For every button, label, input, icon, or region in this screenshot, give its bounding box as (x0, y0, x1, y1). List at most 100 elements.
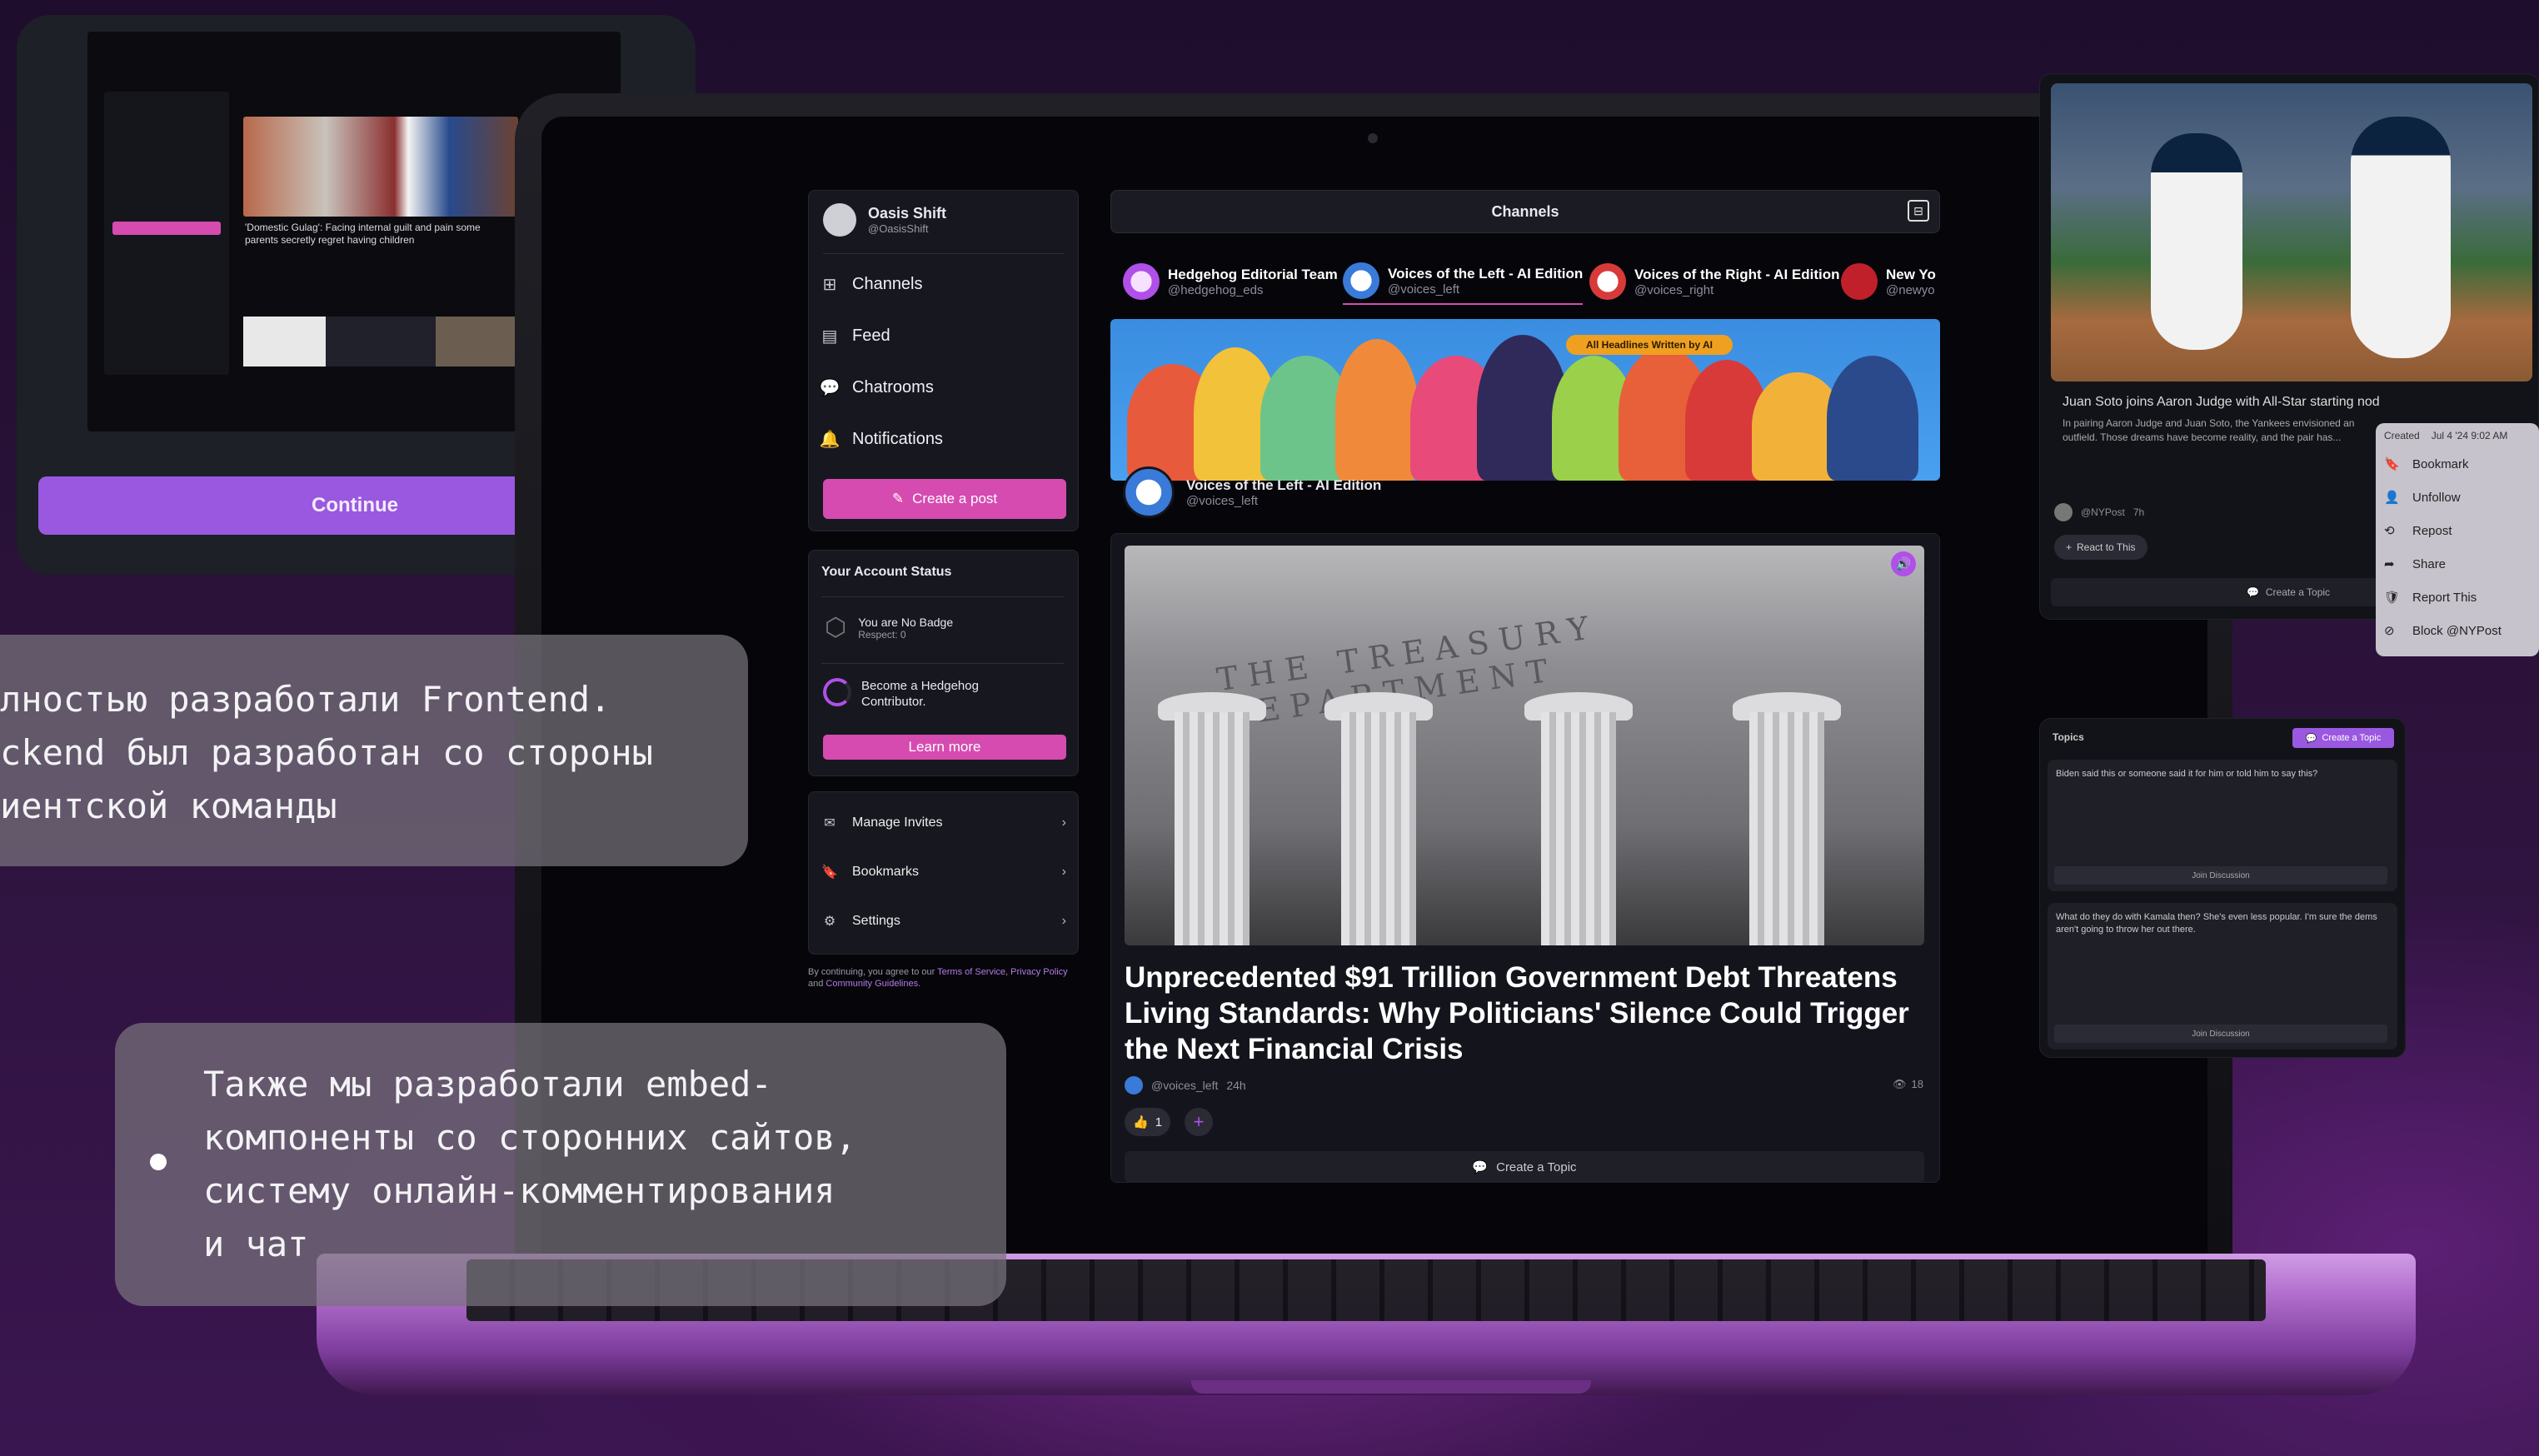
embed-caption-text: Также мы разработали embed- компоненты с… (203, 1064, 856, 1264)
sidebar-item-label: Feed (852, 326, 890, 345)
right-card-caption[interactable]: Juan Soto joins Aaron Judge with All-Sta… (2063, 395, 2529, 410)
menu-item-repost[interactable]: ⟲ Repost (2384, 523, 2452, 539)
bookmarks-link[interactable]: 🔖 Bookmarks › (821, 854, 1066, 890)
create-topic-label: Create a Topic (1496, 1159, 1577, 1174)
progress-ring-icon (823, 678, 851, 706)
layout-toggle-icon[interactable]: ⊟ (1908, 200, 1929, 222)
topic-icon: 💬 (2305, 733, 2317, 744)
badge-title: You are No Badge (858, 615, 954, 629)
channel-name: Hedgehog Editorial Team (1168, 266, 1338, 282)
block-icon: ⊘ (2384, 624, 2395, 638)
join-discussion-button[interactable]: Join Discussion (2054, 1025, 2387, 1043)
menu-item-label: Unfollow (2412, 490, 2461, 505)
right-card-age: 7h (2132, 506, 2145, 518)
preview-pink-button (112, 222, 221, 235)
tos-link[interactable]: Terms of Service (937, 967, 1005, 977)
bookmark-icon: 🔖 (821, 865, 838, 880)
author-avatar (1125, 1076, 1143, 1094)
user-handle: @OasisShift (868, 222, 929, 235)
account-status-title: Your Account Status (821, 565, 952, 579)
gear-icon: ⚙ (823, 915, 836, 929)
laptop-notch (1191, 1380, 1591, 1394)
preview-thumbs (243, 317, 518, 366)
backend-caption-text: лностью разработали Frontend. ckend был … (0, 679, 653, 826)
bookmark-icon: 🔖 (2384, 457, 2400, 471)
create-post-label: Create a post (912, 491, 998, 506)
bookmarks-label: Bookmarks (852, 865, 920, 879)
react-button[interactable]: + React to This (2054, 535, 2147, 560)
sidebar-item-notifications[interactable]: 🔔 Notifications (819, 421, 1066, 456)
chevron-right-icon: › (1061, 815, 1066, 830)
channels-title: Channels (1491, 202, 1559, 220)
selected-channel-handle: @voices_left (1186, 493, 1259, 508)
menu-item-share[interactable]: ➦ Share (2384, 556, 2446, 572)
sidebar-item-label: Chatrooms (852, 377, 934, 396)
channel-avatar (1841, 263, 1878, 300)
right-card-meta: @NYPost 7h (2054, 503, 2144, 521)
channel-handle: @newyo (1886, 282, 1935, 297)
baseball-image[interactable] (2051, 83, 2532, 381)
unfollow-icon: 👤 (2384, 491, 2400, 505)
user-name: Oasis Shift (868, 205, 947, 222)
menu-item-label: Repost (2412, 523, 2452, 538)
selected-channel[interactable]: Voices of the Left - AI Edition @voices_l… (1123, 466, 1381, 518)
sound-icon[interactable]: 🔊 (1891, 551, 1916, 576)
topic-text: What do they do with Kamala then? She's … (2056, 912, 2377, 935)
chevron-right-icon: › (1061, 865, 1066, 879)
privacy-link[interactable]: Privacy Policy (1010, 967, 1067, 977)
topic-icon: 💬 (1472, 1160, 1489, 1174)
post-author[interactable]: @voices_left (1151, 1079, 1218, 1092)
preview-headline: 'Domestic Gulag': Facing internal guilt … (245, 222, 481, 246)
add-reaction-button[interactable]: + (1185, 1108, 1213, 1136)
react-label: React to This (2077, 541, 2136, 553)
menu-item-bookmark[interactable]: 🔖 Bookmark (2384, 456, 2469, 472)
menu-item-unfollow[interactable]: 👤 Unfollow (2384, 490, 2461, 506)
menu-item-block-nypost[interactable]: ⊘ Block @NYPost (2384, 623, 2502, 639)
shield-icon: 🛡 (2384, 591, 2401, 605)
guidelines-link[interactable]: Community Guidelines. (826, 979, 920, 989)
topic-icon: 💬 (2246, 586, 2259, 598)
channel-handle: @voices_right (1634, 282, 1714, 297)
sidebar-item-channels[interactable]: ⊞ Channels (821, 267, 1066, 302)
menu-item-report-this[interactable]: 🛡 Report This (2384, 590, 2477, 606)
created-date: Jul 4 '24 9:02 AM (2431, 430, 2508, 441)
create-topic-button-label: Create a Topic (2322, 733, 2382, 743)
post-image[interactable]: THE TREASURY DEPARTMENT (1125, 546, 1924, 945)
join-discussion-button[interactable]: Join Discussion (2054, 866, 2387, 885)
invite-icon: ✉ (824, 816, 836, 830)
legal-and: and (808, 979, 824, 989)
channel-avatar (1589, 263, 1626, 300)
ai-headlines-tag: All Headlines Written by AI (1566, 335, 1733, 355)
legal-text: By continuing, you agree to our Terms of… (808, 967, 1068, 989)
bell-icon: 🔔 (819, 430, 841, 449)
plus-icon: + (2066, 541, 2073, 553)
right-card-author[interactable]: @NYPost (2081, 506, 2125, 518)
bullet-dot (150, 1154, 167, 1170)
channel-voices-right[interactable]: Voices of the Right - AI Edition @voices_… (1589, 258, 1840, 305)
create-topic-bar[interactable]: 💬 Create a Topic (1125, 1151, 1924, 1183)
channel-hedgehog[interactable]: Hedgehog Editorial Team @hedgehog_eds (1123, 258, 1338, 305)
sidebar-item-label: Channels (852, 274, 923, 293)
sidebar-item-feed[interactable]: ▤ Feed (821, 318, 1066, 353)
learn-more-button[interactable]: Learn more (823, 735, 1066, 760)
channel-newyo[interactable]: New Yo @newyo (1841, 258, 1941, 305)
camera-dot (1368, 133, 1378, 143)
create-post-button[interactable]: ✎ Create a post (823, 479, 1066, 519)
selected-channel-avatar (1123, 466, 1175, 518)
post-headline[interactable]: Unprecedented $91 Trillion Government De… (1125, 960, 1924, 1067)
settings-link[interactable]: ⚙ Settings › (821, 903, 1066, 940)
sidebar-item-chatrooms[interactable]: 💬 Chatrooms (819, 370, 1066, 405)
grid-icon: ⊞ (822, 275, 837, 294)
user-block[interactable]: Oasis Shift @OasisShift (823, 203, 946, 237)
thumbs-up-icon: 👍 (1133, 1115, 1149, 1129)
reaction-count: 1 (1155, 1114, 1163, 1129)
chat-icon: 💬 (819, 378, 841, 397)
reaction-thumbs-up[interactable]: 👍 1 (1125, 1108, 1171, 1136)
chevron-right-icon: › (1061, 914, 1066, 928)
divider (823, 253, 1065, 254)
manage-invites-link[interactable]: ✉ Manage Invites › (821, 805, 1066, 841)
create-topic-button[interactable]: 💬 Create a Topic (2292, 728, 2394, 748)
channel-voices-left[interactable]: Voices of the Left - AI Edition @voices_l… (1343, 258, 1584, 305)
created-info: Created Jul 4 '24 9:02 AM (2384, 430, 2507, 441)
right-card-body: In pairing Aaron Judge and Juan Soto, th… (2063, 417, 2355, 443)
